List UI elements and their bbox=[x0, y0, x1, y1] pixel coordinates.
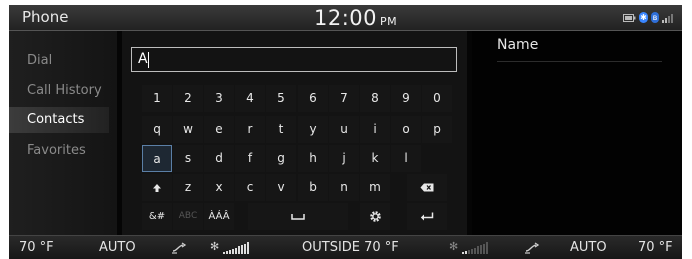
fan-icon-passenger: ✻ bbox=[449, 240, 459, 253]
key-1[interactable]: 1 bbox=[142, 85, 172, 112]
key-o[interactable]: o bbox=[391, 116, 421, 143]
airflow-icon bbox=[172, 242, 187, 254]
key-e[interactable]: e bbox=[204, 116, 234, 143]
sidebar-item-favorites[interactable]: Favorites bbox=[9, 138, 109, 164]
passenger-climate-mode: AUTO bbox=[570, 240, 607, 255]
battery-icon bbox=[623, 13, 636, 22]
sidebar-item-call-history[interactable]: Call History bbox=[9, 78, 109, 104]
fan-icon: ✻ bbox=[210, 240, 220, 253]
signal-icon bbox=[662, 13, 673, 23]
key-q[interactable]: q bbox=[142, 116, 172, 143]
shift-icon bbox=[153, 183, 161, 192]
space-icon bbox=[291, 213, 305, 220]
climate-bar: 70 °F AUTO ✻ OUTSIDE 70 °F ✻ AUTO 70 °F bbox=[9, 235, 682, 259]
status-bar: Phone 12:00 PM ✱ ʙ bbox=[9, 5, 682, 31]
infotainment-screen: Phone 12:00 PM ✱ ʙ Dial Call History Cont… bbox=[9, 5, 682, 259]
key-s[interactable]: s bbox=[173, 145, 203, 172]
key-k[interactable]: k bbox=[360, 145, 390, 172]
outside-temperature: OUTSIDE 70 °F bbox=[302, 240, 399, 255]
settings-key[interactable] bbox=[360, 203, 390, 230]
key-u[interactable]: u bbox=[329, 116, 359, 143]
bluetooth-icon: ✱ bbox=[639, 12, 648, 23]
key-c[interactable]: c bbox=[235, 174, 265, 201]
driver-climate-mode: AUTO bbox=[99, 240, 136, 255]
sidebar: Dial Call History Contacts Favorites bbox=[9, 31, 117, 235]
passenger-temperature: 70 °F bbox=[638, 240, 673, 255]
bluetooth-audio-icon: ʙ bbox=[651, 12, 659, 23]
status-icons: ✱ ʙ bbox=[623, 12, 674, 23]
sidebar-item-contacts[interactable]: Contacts bbox=[9, 107, 109, 133]
key-j[interactable]: j bbox=[329, 145, 359, 172]
search-input[interactable]: A bbox=[131, 47, 457, 72]
key-a[interactable]: a bbox=[142, 145, 172, 172]
airflow-icon-passenger bbox=[525, 242, 540, 254]
key-4[interactable]: 4 bbox=[235, 85, 265, 112]
key-b[interactable]: b bbox=[298, 174, 328, 201]
key-g[interactable]: g bbox=[266, 145, 296, 172]
key-l[interactable]: l bbox=[391, 145, 421, 172]
clock-ampm: PM bbox=[380, 15, 398, 28]
key-9[interactable]: 9 bbox=[391, 85, 421, 112]
key-w[interactable]: w bbox=[173, 116, 203, 143]
key-h[interactable]: h bbox=[298, 145, 328, 172]
key-3[interactable]: 3 bbox=[204, 85, 234, 112]
key-p[interactable]: p bbox=[422, 116, 452, 143]
key-f[interactable]: f bbox=[235, 145, 265, 172]
key-x[interactable]: x bbox=[204, 174, 234, 201]
clock: 12:00 PM bbox=[314, 6, 397, 30]
key-z[interactable]: z bbox=[173, 174, 203, 201]
key-i[interactable]: i bbox=[360, 116, 390, 143]
backspace-icon bbox=[420, 183, 434, 192]
enter-key[interactable] bbox=[407, 203, 447, 230]
key-t[interactable]: t bbox=[266, 116, 296, 143]
key-v[interactable]: v bbox=[266, 174, 296, 201]
results-panel: Name bbox=[472, 31, 682, 235]
accents-mode-key[interactable]: ÀÁÂ bbox=[204, 203, 234, 230]
key-n[interactable]: n bbox=[329, 174, 359, 201]
fan-speed-level-passenger bbox=[462, 242, 488, 254]
sidebar-item-dial[interactable]: Dial bbox=[9, 48, 109, 74]
key-r[interactable]: r bbox=[235, 116, 265, 143]
symbols-mode-key[interactable]: &# bbox=[142, 203, 172, 230]
enter-icon bbox=[420, 212, 434, 221]
key-y[interactable]: y bbox=[298, 116, 328, 143]
key-0[interactable]: 0 bbox=[422, 85, 452, 112]
clock-time: 12:00 bbox=[314, 6, 378, 30]
key-d[interactable]: d bbox=[204, 145, 234, 172]
driver-temperature: 70 °F bbox=[19, 240, 54, 255]
app-title: Phone bbox=[22, 8, 69, 26]
key-8[interactable]: 8 bbox=[360, 85, 390, 112]
key-7[interactable]: 7 bbox=[329, 85, 359, 112]
gear-icon bbox=[369, 211, 381, 222]
fan-speed-level bbox=[223, 242, 249, 254]
results-header: Name bbox=[497, 37, 539, 53]
divider bbox=[497, 61, 662, 62]
key-m[interactable]: m bbox=[360, 174, 390, 201]
space-key[interactable] bbox=[248, 203, 348, 230]
search-input-value: A bbox=[138, 51, 148, 67]
backspace-key[interactable] bbox=[407, 174, 447, 201]
key-6[interactable]: 6 bbox=[298, 85, 328, 112]
shift-key[interactable] bbox=[142, 174, 172, 201]
key-2[interactable]: 2 bbox=[173, 85, 203, 112]
keyboard-panel: A 1 2 3 4 5 6 7 8 9 0 q w e r t y u i o … bbox=[122, 31, 467, 235]
text-cursor bbox=[148, 52, 149, 68]
abc-mode-key[interactable]: ABC bbox=[173, 203, 203, 230]
key-5[interactable]: 5 bbox=[266, 85, 296, 112]
